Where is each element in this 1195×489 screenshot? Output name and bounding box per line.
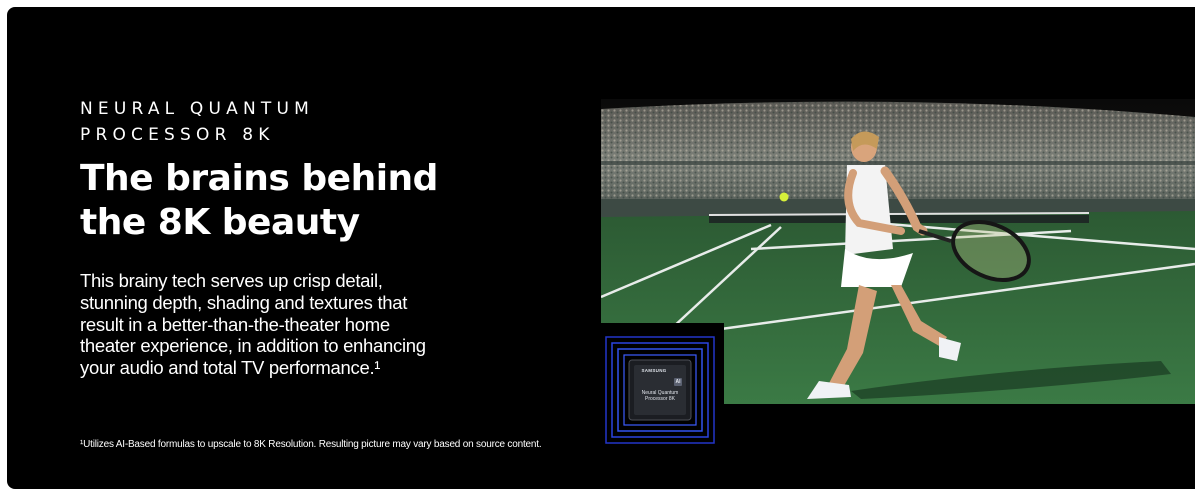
headline-line-2: the 8K beauty: [80, 202, 360, 243]
eyebrow-line-1: NEURAL QUANTUM: [80, 99, 314, 119]
body-line-1: This brainy tech serves up crisp detail,: [80, 270, 383, 291]
eyebrow-label: NEURAL QUANTUM PROCESSOR 8K: [80, 96, 314, 148]
body-line-3: result in a better-than-the-theater home: [80, 313, 390, 335]
headline: The brains behind the 8K beauty: [80, 157, 438, 245]
eyebrow-line-2: PROCESSOR 8K: [80, 125, 275, 145]
chip-ai-badge: AI: [675, 379, 681, 385]
promo-banner: NEURAL QUANTUM PROCESSOR 8K The brains b…: [7, 7, 1195, 489]
chip-name-line-2: Processor 8K: [644, 396, 675, 402]
body-copy: This brainy tech serves up crisp detail,…: [80, 270, 480, 379]
body-line-5: your audio and total TV performance.¹: [80, 357, 381, 379]
headline-line-1: The brains behind: [80, 158, 438, 199]
body-line-4: theater experience, in addition to enhan…: [80, 335, 426, 357]
footnote: ¹Utilizes AI-Based formulas to upscale t…: [80, 439, 542, 450]
body-line-2: stunning depth, shading and textures tha…: [80, 291, 408, 313]
chip-brand-label: SAMSUNG: [641, 368, 667, 373]
processor-chip-graphic: SAMSUNG AI Neural Quantum Processor 8K: [600, 323, 724, 447]
